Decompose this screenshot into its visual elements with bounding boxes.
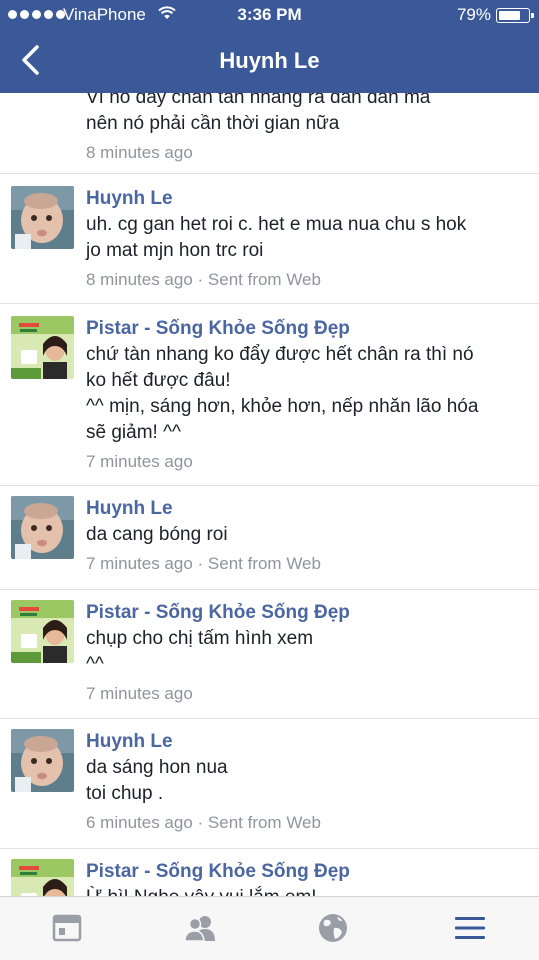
message-item: Huynh Le da sáng hon nua toi chup . 6 mi… <box>0 719 539 849</box>
battery-fill <box>499 11 521 20</box>
message-body: Vì nó đẩy chân tàn nhang ra dần dần mà n… <box>86 93 527 166</box>
message-timestamp: 6 minutes ago · Sent from Web <box>86 813 321 832</box>
pistar-page-avatar-icon <box>11 859 74 896</box>
avatar[interactable] <box>11 186 74 249</box>
message-item: Pistar - Sống Khỏe Sống Đẹp Ừ hì! Nghe v… <box>0 849 539 896</box>
avatar[interactable] <box>11 496 74 559</box>
message-body: Huynh Le da cang bóng roi 7 minutes ago … <box>86 496 527 577</box>
message-text-line: Ừ hì! Nghe vậy vui lắm em! <box>86 885 527 896</box>
message-body: Pistar - Sống Khỏe Sống Đẹp Ừ hì! Nghe v… <box>86 859 527 896</box>
message-text-line: ^^ mịn, sáng hơn, khỏe hơn, nếp nhăn lão… <box>86 396 479 417</box>
message-text-line: Vì nó đẩy chân tàn nhang ra dần dần mà <box>86 93 431 108</box>
pistar-page-avatar-icon <box>11 600 74 663</box>
menu-icon[interactable] <box>453 911 487 945</box>
message-item: Pistar - Sống Khỏe Sống Đẹp chụp cho chị… <box>0 590 539 719</box>
globe-icon[interactable] <box>316 911 350 945</box>
avatar[interactable] <box>11 600 74 663</box>
message-timestamp: 8 minutes ago <box>86 143 193 162</box>
message-text-line: da sáng hon nua <box>86 757 228 778</box>
author-name[interactable]: Huynh Le <box>86 496 527 522</box>
top-header: VinaPhone 3:36 PM 79% Huynh Le <box>0 0 539 93</box>
message-text-line: jo mat mjn hon trc roi <box>86 240 264 261</box>
message-item: Vì nó đẩy chân tàn nhang ra dần dần mà n… <box>0 93 539 174</box>
battery-percent: 79% <box>456 5 491 24</box>
message-timestamp: 7 minutes ago <box>86 452 193 471</box>
avatar[interactable] <box>11 729 74 792</box>
pistar-page-avatar-icon <box>11 316 74 379</box>
author-name[interactable]: Huynh Le <box>86 186 527 212</box>
message-body: Huynh Le da sáng hon nua toi chup . 6 mi… <box>86 729 527 836</box>
message-timestamp: 7 minutes ago · Sent from Web <box>86 554 321 573</box>
friends-icon[interactable] <box>183 911 217 945</box>
message-text-line: nên nó phải cần thời gian nữa <box>86 113 340 134</box>
baby-photo-avatar-icon <box>11 186 74 249</box>
nav-bar: Huynh Le <box>0 30 539 93</box>
avatar[interactable] <box>11 316 74 379</box>
message-body: Pistar - Sống Khỏe Sống Đẹp chụp cho chị… <box>86 600 527 707</box>
message-timestamp: 7 minutes ago <box>86 684 193 703</box>
message-timestamp: 8 minutes ago · Sent from Web <box>86 270 321 289</box>
baby-photo-avatar-icon <box>11 729 74 792</box>
status-bar: VinaPhone 3:36 PM 79% <box>0 0 539 30</box>
message-thread[interactable]: Vì nó đẩy chân tàn nhang ra dần dần mà n… <box>0 93 539 896</box>
message-body: Huynh Le uh. cg gan het roi c. het e mua… <box>86 186 527 293</box>
avatar[interactable] <box>11 859 74 896</box>
message-text-line: sẽ giảm! ^^ <box>86 422 181 443</box>
message-text-line: ^^ <box>86 654 104 675</box>
message-text-line: uh. cg gan het roi c. het e mua nua chu … <box>86 214 467 235</box>
message-text-line: chứ tàn nhang ko đẩy được hết chân ra th… <box>86 344 474 365</box>
author-name[interactable]: Huynh Le <box>86 729 527 755</box>
message-text-line: toi chup . <box>86 783 164 804</box>
bottom-tab-bar <box>0 896 539 960</box>
author-name[interactable]: Pistar - Sống Khỏe Sống Đẹp <box>86 859 527 885</box>
battery-icon <box>496 8 534 23</box>
news-feed-icon[interactable] <box>50 911 84 945</box>
author-name[interactable]: Pistar - Sống Khỏe Sống Đẹp <box>86 316 527 342</box>
message-item: Huynh Le uh. cg gan het roi c. het e mua… <box>0 174 539 304</box>
message-item: Huynh Le da cang bóng roi 7 minutes ago … <box>0 486 539 590</box>
message-body: Pistar - Sống Khỏe Sống Đẹp chứ tàn nhan… <box>86 316 527 475</box>
message-item: Pistar - Sống Khỏe Sống Đẹp chứ tàn nhan… <box>0 304 539 486</box>
message-text-line: ko hết được đâu! <box>86 370 231 391</box>
author-name[interactable]: Pistar - Sống Khỏe Sống Đẹp <box>86 600 527 626</box>
message-text-line: da cang bóng roi <box>86 524 228 545</box>
conversation-title: Huynh Le <box>219 48 320 73</box>
message-text-line: chụp cho chị tấm hình xem <box>86 628 314 649</box>
baby-photo-avatar-icon <box>11 496 74 559</box>
